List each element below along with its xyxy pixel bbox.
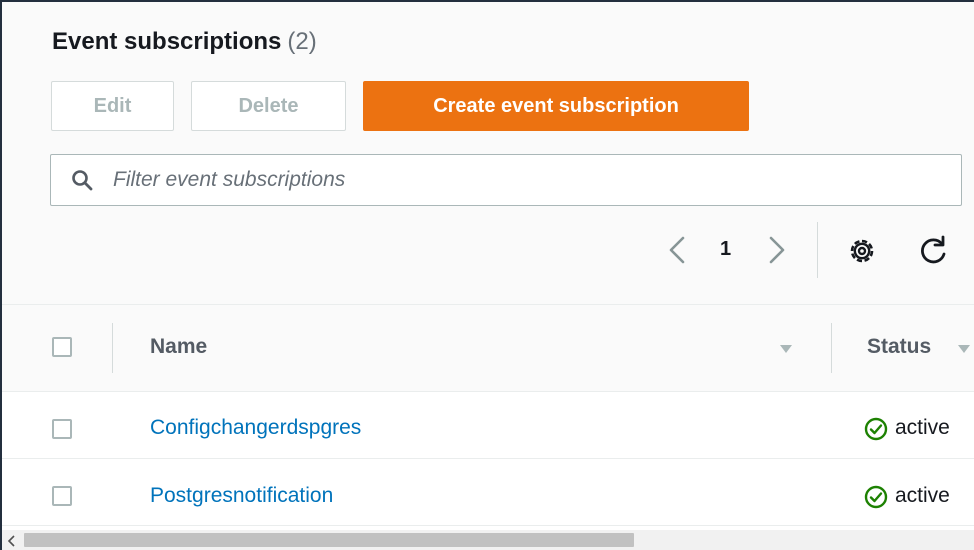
horizontal-scrollbar[interactable] — [2, 530, 974, 550]
table-row: Postgresnotification active — [2, 459, 974, 526]
table-row: Configchangerdspgres active — [2, 392, 974, 459]
check-circle-icon — [864, 485, 888, 509]
scroll-left-arrow-icon[interactable] — [6, 534, 18, 548]
column-header-status[interactable]: Status — [867, 335, 931, 359]
refresh-icon[interactable] — [916, 234, 950, 268]
row-checkbox[interactable] — [52, 486, 72, 506]
create-event-subscription-button[interactable]: Create event subscription — [363, 81, 749, 131]
search-icon — [72, 170, 93, 191]
page-title: Event subscriptions (2) — [52, 28, 317, 56]
edit-button-label: Edit — [93, 94, 132, 117]
toolbar-divider — [817, 222, 818, 278]
status-value: active — [895, 416, 950, 439]
scrollbar-thumb[interactable] — [24, 533, 634, 547]
subscription-name-link[interactable]: Postgresnotification — [150, 484, 333, 508]
row-checkbox[interactable] — [52, 419, 72, 439]
status-value: active — [895, 484, 950, 507]
check-circle-icon — [864, 417, 888, 441]
chevron-right-icon[interactable] — [762, 234, 792, 266]
column-divider — [831, 323, 832, 373]
sort-down-icon[interactable] — [957, 344, 971, 354]
chevron-left-icon[interactable] — [662, 234, 692, 266]
column-divider — [112, 323, 113, 373]
page-title-text: Event subscriptions — [52, 28, 282, 55]
column-header-name[interactable]: Name — [150, 335, 207, 359]
current-page-number[interactable]: 1 — [720, 238, 731, 261]
filter-input[interactable] — [113, 155, 953, 205]
event-subscriptions-panel: Event subscriptions (2) Edit Delete Creat… — [0, 0, 974, 550]
sort-down-icon[interactable] — [779, 344, 793, 354]
table-header-row — [2, 305, 974, 392]
filter-search-box[interactable] — [50, 154, 962, 206]
gear-icon[interactable] — [847, 236, 877, 266]
edit-button[interactable]: Edit — [51, 81, 174, 131]
select-all-checkbox[interactable] — [52, 337, 72, 357]
subscription-count: (2) — [287, 28, 317, 55]
create-button-label: Create event subscription — [433, 94, 679, 117]
panel-header: Event subscriptions (2) Edit Delete Creat… — [2, 2, 974, 305]
subscription-name-link[interactable]: Configchangerdspgres — [150, 416, 361, 440]
delete-button[interactable]: Delete — [191, 81, 346, 131]
delete-button-label: Delete — [238, 94, 299, 117]
